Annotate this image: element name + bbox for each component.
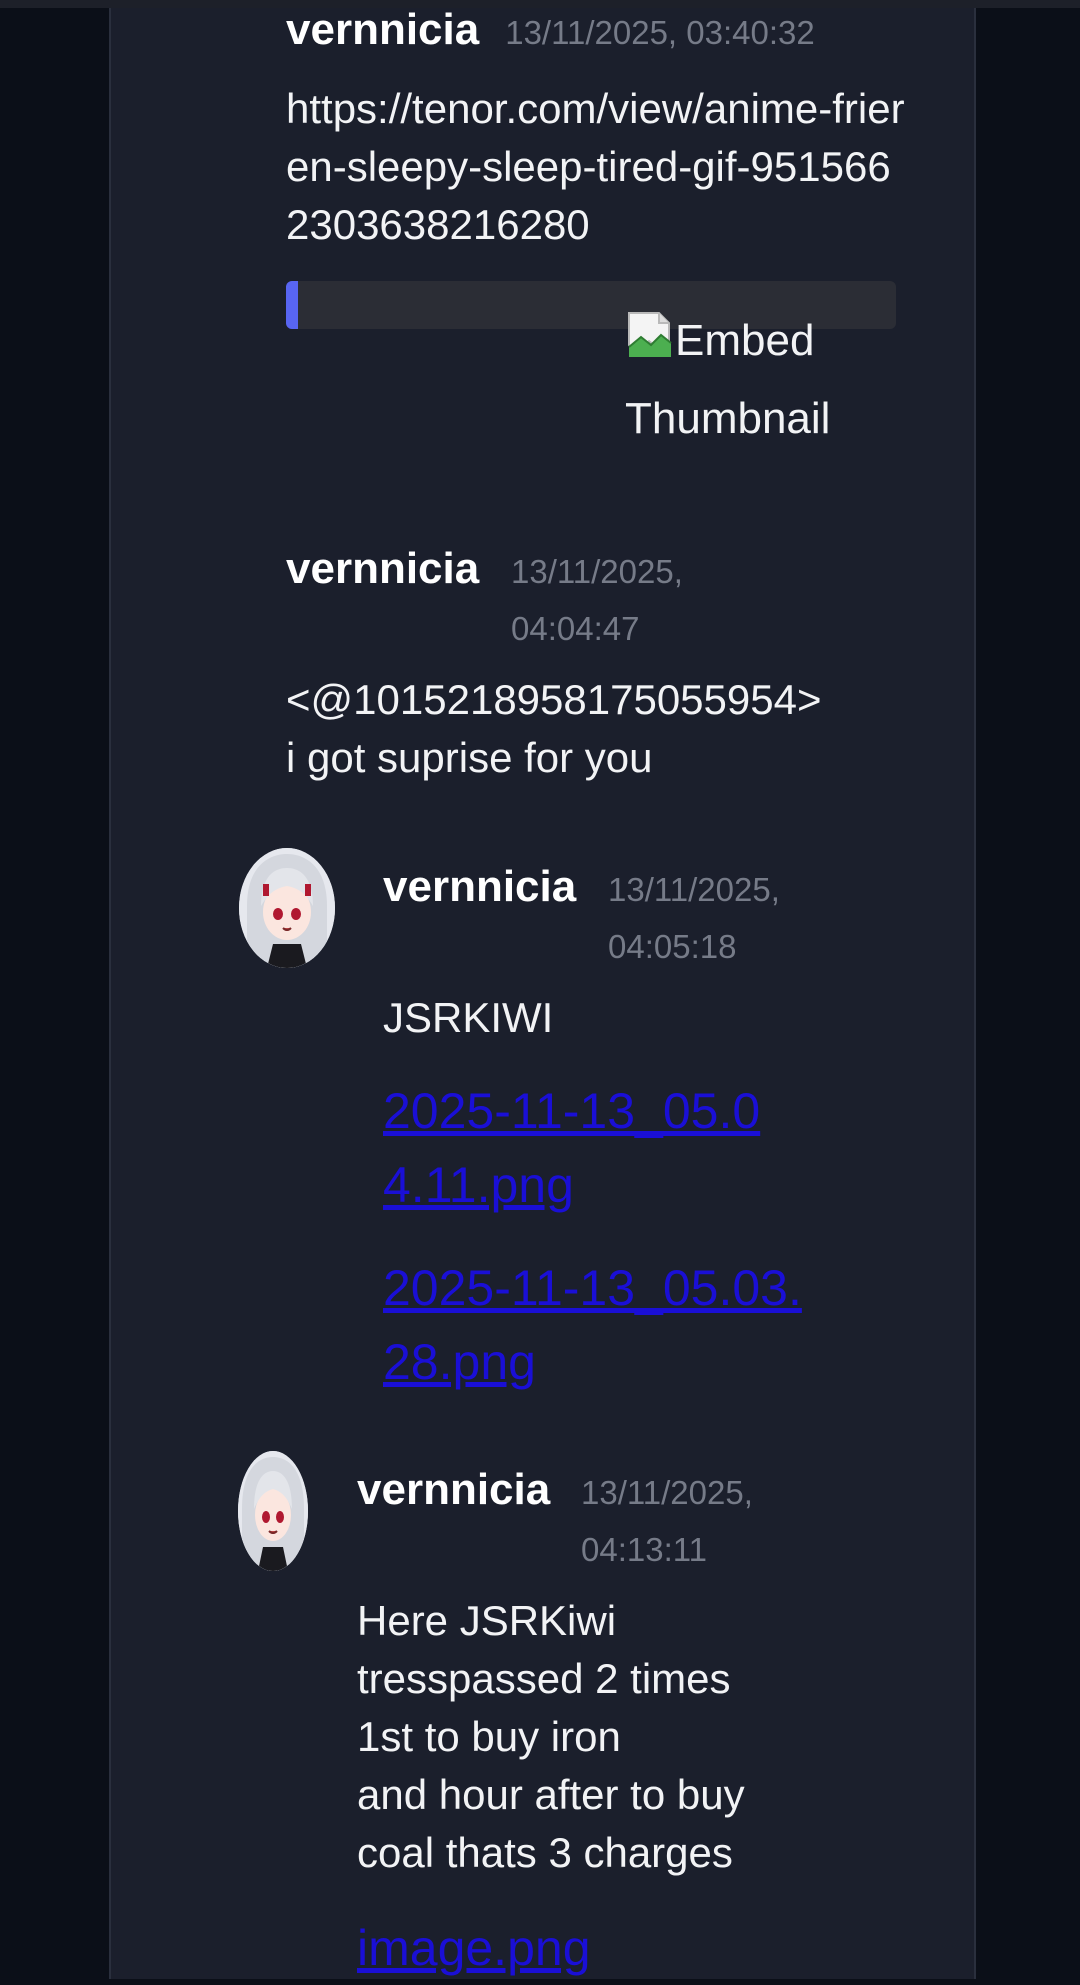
attachment-link[interactable]: image.png [357, 1911, 777, 1985]
timestamp-time: 04:04:47 [511, 610, 640, 647]
username[interactable]: vernnicia [383, 857, 576, 917]
message-header: vernnicia [357, 1460, 550, 1520]
timestamp-date: 13/11/2025, [511, 553, 683, 590]
avatar-icon [238, 1451, 308, 1571]
timestamp-time: 04:13:11 [581, 1531, 708, 1568]
message-header: vernnicia [286, 539, 479, 599]
timestamp: 13/11/2025, 04:05:18 [608, 861, 868, 975]
username[interactable]: vernnicia [286, 539, 479, 599]
timestamp: 13/11/2025, 04:04:47 [511, 543, 771, 657]
username[interactable]: vernnicia [286, 0, 479, 60]
message-text[interactable]: https://tenor.com/view/anime-frieren-sle… [286, 80, 906, 254]
attachment-link[interactable]: 2025-11-13_05.04.11.png [383, 1074, 773, 1222]
attachment-link[interactable]: 2025-11-13_05.03.28.png [383, 1251, 803, 1399]
timestamp-date: 13/11/2025, [608, 871, 780, 908]
timestamp: 13/11/2025, 04:13:11 [581, 1464, 841, 1578]
message-header: vernnicia [383, 857, 576, 917]
timestamp-time: 04:05:18 [608, 928, 737, 965]
avatar-icon [239, 848, 335, 968]
embed-accent [286, 281, 298, 329]
avatar[interactable] [238, 1451, 308, 1571]
message-text[interactable]: Here JSRKiwi tresspassed 2 times 1st to … [357, 1592, 877, 1882]
embed-thumbnail[interactable]: Embed Thumbnail [625, 302, 875, 458]
broken-image-icon [628, 312, 672, 357]
message-text[interactable]: JSRKIWI [383, 989, 883, 1047]
avatar[interactable] [239, 848, 335, 968]
timestamp: 13/11/2025, 03:40:32 [505, 14, 815, 51]
username[interactable]: vernnicia [357, 1460, 550, 1520]
timestamp-date: 13/11/2025, [581, 1474, 753, 1511]
message-header: vernnicia 13/11/2025, 03:40:32 [286, 0, 815, 61]
message-text[interactable]: <@1015218958175055954> i got suprise for… [286, 671, 906, 787]
